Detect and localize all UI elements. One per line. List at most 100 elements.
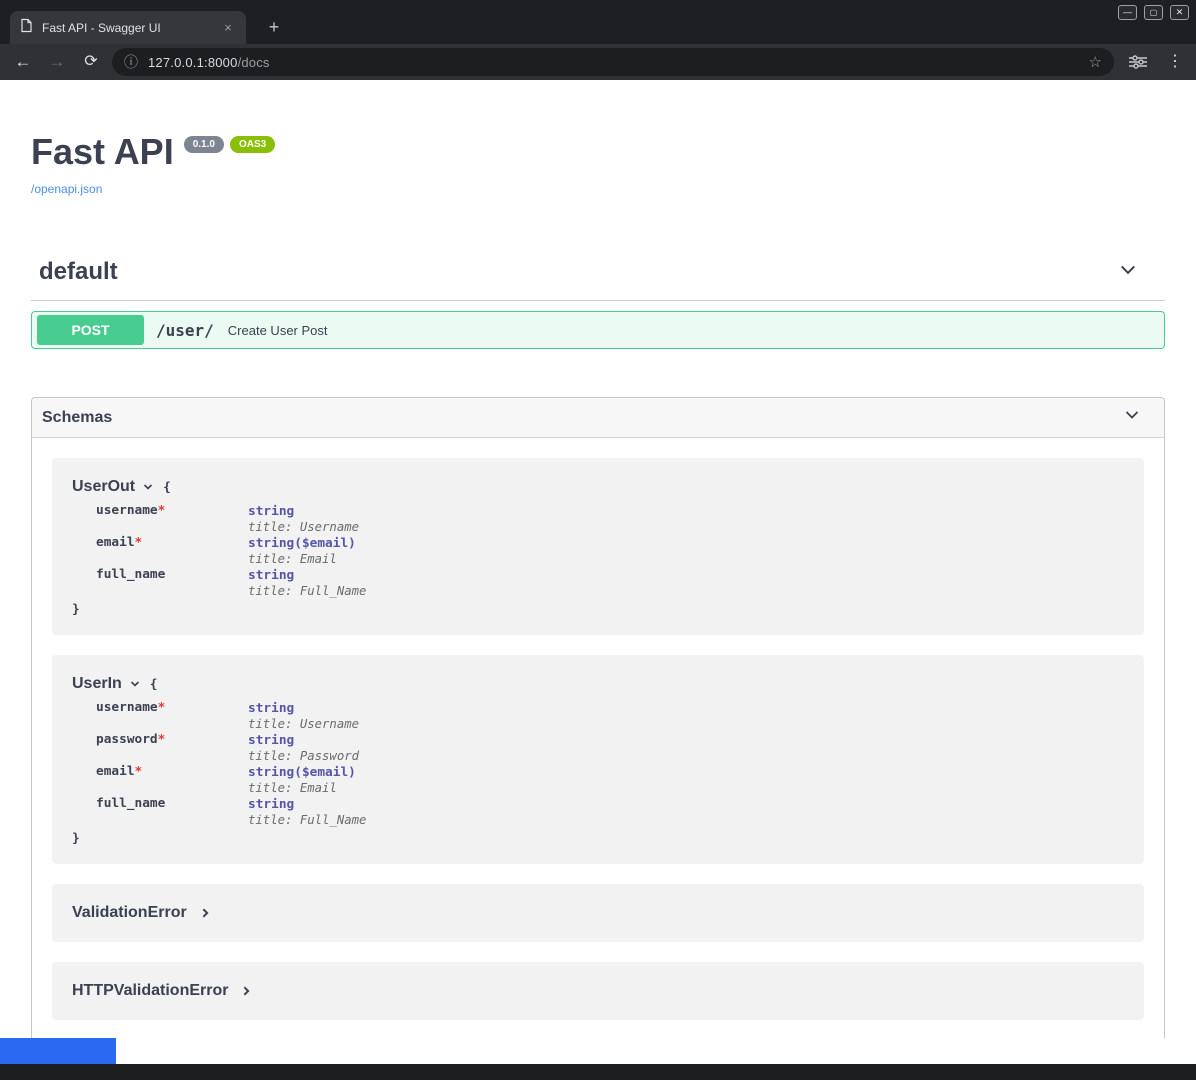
bookmark-star-icon[interactable]: ☆ xyxy=(1089,53,1102,71)
property-type: string xyxy=(248,536,294,551)
page-content: Fast API 0.1.0 OAS3 /openapi.json defaul… xyxy=(0,80,1196,1038)
model-name: UserOut xyxy=(72,478,135,496)
operation-path: /user/ xyxy=(156,321,214,340)
operation-summary: Create User Post xyxy=(228,323,328,338)
back-button[interactable]: ← xyxy=(8,44,38,80)
extensions-icon[interactable] xyxy=(1128,54,1148,70)
schema-property-row: email* string($email) title: Email xyxy=(96,534,1134,566)
required-star: * xyxy=(158,732,166,747)
schemas-header[interactable]: Schemas xyxy=(32,398,1164,438)
url-text: 127.0.0.1:8000/docs xyxy=(148,55,1089,70)
schema-property-row: password* string title: Password xyxy=(96,731,1134,763)
property-name: email* xyxy=(96,534,248,566)
status-bubble xyxy=(0,1038,116,1064)
close-icon: ✕ xyxy=(1171,6,1188,19)
address-bar[interactable]: ⓘ 127.0.0.1:8000/docs ☆ xyxy=(112,48,1114,76)
chevron-down-icon[interactable] xyxy=(142,481,154,493)
api-info: Fast API 0.1.0 OAS3 /openapi.json xyxy=(31,134,1165,198)
property-type: string xyxy=(248,765,294,780)
oas-badge: OAS3 xyxy=(230,136,275,153)
schema-property-row: email* string($email) title: Email xyxy=(96,763,1134,795)
schemas-body: UserOut { username* string title: Userna… xyxy=(32,438,1164,1038)
required-star: * xyxy=(158,503,166,518)
url-host: 127.0.0.1:8000 xyxy=(148,55,238,70)
model-userout-toggle[interactable]: UserOut { xyxy=(72,478,1134,496)
property-name: password* xyxy=(96,731,248,763)
window-maximize-button[interactable]: ▢ xyxy=(1144,5,1163,20)
property-details: string title: Username xyxy=(248,502,359,534)
chevron-down-icon[interactable] xyxy=(1117,259,1139,286)
model-name: HTTPValidationError xyxy=(72,982,228,1000)
property-details: string($email) title: Email xyxy=(248,763,356,795)
property-details: string title: Password xyxy=(248,731,359,763)
model-name: ValidationError xyxy=(72,904,187,922)
property-type: string xyxy=(248,568,294,583)
open-brace: { xyxy=(150,677,158,692)
badges: 0.1.0 OAS3 xyxy=(184,136,275,153)
property-details: string title: Full_Name xyxy=(248,795,366,827)
property-details: string title: Username xyxy=(248,699,359,731)
property-title: title: Username xyxy=(248,717,359,731)
property-name: username* xyxy=(96,502,248,534)
model-httpvalidationerror: HTTPValidationError xyxy=(52,962,1144,1020)
chevron-right-icon[interactable] xyxy=(199,906,212,920)
model-properties: username* string title: Username email* … xyxy=(96,502,1134,598)
tab-title: Fast API - Swagger UI xyxy=(42,21,220,35)
property-title: title: Email xyxy=(248,781,356,795)
model-name: UserIn xyxy=(72,675,122,693)
version-badge: 0.1.0 xyxy=(184,136,224,153)
model-validationerror: ValidationError xyxy=(52,884,1144,942)
model-userout: UserOut { username* string title: Userna… xyxy=(52,458,1144,635)
model-properties: username* string title: Username passwor… xyxy=(96,699,1134,827)
titlebar: Fast API - Swagger UI × + — ▢ ✕ xyxy=(0,0,1196,44)
model-httpvalidationerror-toggle[interactable]: HTTPValidationError xyxy=(72,982,1134,1000)
property-type: string xyxy=(248,504,294,519)
close-brace: } xyxy=(72,831,1134,846)
property-details: string($email) title: Email xyxy=(248,534,356,566)
required-star: * xyxy=(135,535,143,550)
property-title: title: Email xyxy=(248,552,356,566)
window-controls: — ▢ ✕ xyxy=(1118,5,1189,20)
property-type: string xyxy=(248,733,294,748)
maximize-icon: ▢ xyxy=(1145,6,1162,19)
schema-property-row: username* string title: Username xyxy=(96,699,1134,731)
tag-section-default[interactable]: default xyxy=(31,258,1165,301)
model-userin-toggle[interactable]: UserIn { xyxy=(72,675,1134,693)
new-tab-button[interactable]: + xyxy=(260,13,288,41)
schemas-title: Schemas xyxy=(42,409,112,427)
window-minimize-button[interactable]: — xyxy=(1118,5,1137,20)
property-name: full_name xyxy=(96,566,248,598)
favicon-page-icon xyxy=(20,18,33,38)
url-path: /docs xyxy=(238,55,270,70)
site-info-icon[interactable]: ⓘ xyxy=(124,48,138,76)
open-brace: { xyxy=(163,480,171,495)
schema-property-row: username* string title: Username xyxy=(96,502,1134,534)
browser-menu-icon[interactable]: ⋮ xyxy=(1160,44,1190,80)
opblock-post-user[interactable]: POST /user/ Create User Post xyxy=(31,311,1165,349)
chevron-down-icon[interactable] xyxy=(129,678,141,690)
property-type: string xyxy=(248,797,294,812)
forward-button[interactable]: → xyxy=(42,44,72,80)
property-type: string xyxy=(248,701,294,716)
required-star: * xyxy=(158,700,166,715)
property-format: ($email) xyxy=(294,536,356,551)
property-title: title: Username xyxy=(248,520,359,534)
openapi-spec-link[interactable]: /openapi.json xyxy=(31,182,102,196)
schema-property-row: full_name string title: Full_Name xyxy=(96,795,1134,827)
window-close-button[interactable]: ✕ xyxy=(1170,5,1189,20)
property-name: username* xyxy=(96,699,248,731)
model-validationerror-toggle[interactable]: ValidationError xyxy=(72,904,1134,922)
tag-title: default xyxy=(39,258,118,286)
http-method-badge: POST xyxy=(37,315,144,345)
reload-button[interactable]: ⟳ xyxy=(76,44,106,80)
minimize-icon: — xyxy=(1119,6,1136,19)
tab-close-icon[interactable]: × xyxy=(220,20,236,35)
chevron-down-icon[interactable] xyxy=(1122,405,1142,430)
browser-tab[interactable]: Fast API - Swagger UI × xyxy=(10,11,246,44)
required-star: * xyxy=(135,764,143,779)
property-details: string title: Full_Name xyxy=(248,566,366,598)
chevron-right-icon[interactable] xyxy=(240,984,253,998)
schemas-section: Schemas UserOut { xyxy=(31,397,1165,1038)
bottom-bar xyxy=(0,1064,1196,1080)
property-title: title: Full_Name xyxy=(248,813,366,827)
